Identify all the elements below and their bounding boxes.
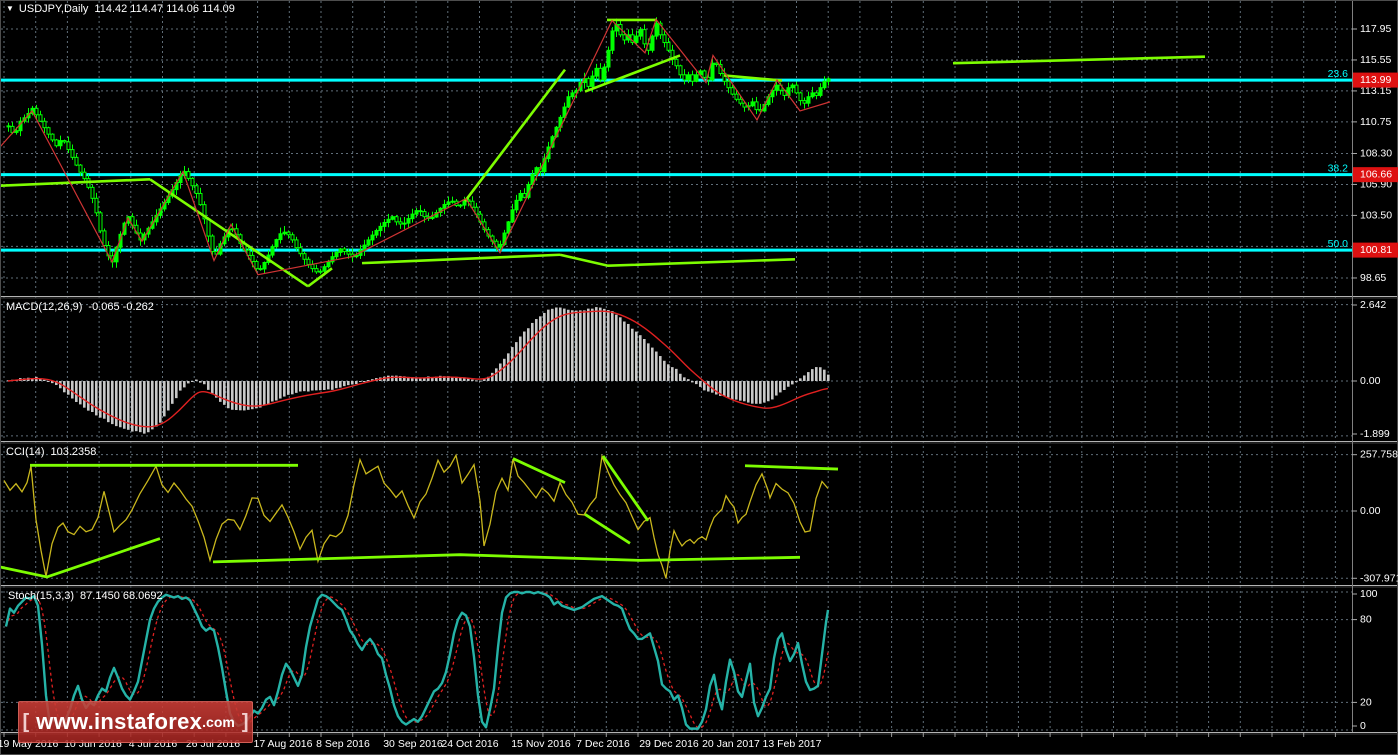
date-label: 8 Sep 2016 [316, 738, 370, 750]
fibo-label: 38.2 [1328, 163, 1349, 175]
zigzag-line [1, 18, 831, 276]
svg-text:117.95: 117.95 [1360, 23, 1391, 35]
cci-trendline [584, 513, 631, 545]
trendline [361, 253, 561, 265]
svg-text:100: 100 [1360, 588, 1378, 600]
chart-canvas[interactable]: 117.95115.55113.15110.75108.30105.90103.… [0, 0, 1398, 755]
svg-text:0.00: 0.00 [1360, 375, 1381, 387]
svg-text:257.7588: 257.7588 [1360, 449, 1398, 461]
stoch-name: Stoch(15,3,3) [8, 590, 75, 602]
date-label: 24 Oct 2016 [441, 738, 498, 750]
date-label: 29 Dec 2016 [639, 738, 699, 750]
date-label: 20 Jan 2017 [702, 738, 760, 750]
watermark-text: www.instaforex [36, 709, 203, 734]
chart-title: ▼ USDJPY,Daily 114.42 114.47 114.06 114.09 [6, 3, 235, 15]
stoch-values: 87.1450 68.0692 [80, 590, 163, 602]
cci-trendline [212, 553, 801, 564]
date-label: 30 Sep 2016 [383, 738, 443, 750]
svg-text:100.81: 100.81 [1360, 244, 1392, 256]
cci-trendline [601, 455, 650, 522]
price-axis: 117.95115.55113.15110.75108.30105.90103.… [1328, 23, 1398, 732]
svg-text:2.642: 2.642 [1360, 299, 1386, 311]
date-label: 7 Dec 2016 [576, 738, 630, 750]
ohlc-values: 114.42 114.47 114.06 114.09 [94, 3, 235, 15]
svg-text:115.55: 115.55 [1360, 54, 1391, 66]
trendline [463, 68, 567, 203]
svg-text:0.00: 0.00 [1360, 505, 1381, 517]
watermark-bracket-left: [ [22, 710, 30, 733]
watermark-tld: .com [202, 714, 235, 730]
macd-indicator-label: MACD(12,26,9) -0.065 -0.262 [6, 301, 154, 313]
date-label: 15 Nov 2016 [511, 738, 571, 750]
svg-text:20: 20 [1360, 696, 1372, 708]
symbol-label: USDJPY,Daily [18, 3, 89, 15]
svg-text:0: 0 [1360, 720, 1366, 732]
instaforex-watermark: [ www.instaforex .com] [18, 701, 253, 743]
svg-text:106.66: 106.66 [1360, 169, 1392, 181]
svg-text:80: 80 [1360, 614, 1372, 626]
fibo-label: 23.6 [1328, 68, 1349, 80]
cci-indicator-label: CCI(14) 103.2358 [6, 446, 96, 458]
cci-trendline [1, 537, 161, 579]
cci-values: 103.2358 [50, 446, 97, 458]
macd-values: -0.065 -0.262 [88, 301, 154, 313]
trading-chart-window: 117.95 115.55 113.15 110.75 108.30 105.90 103.… [0, 0, 1398, 755]
watermark-bracket-right: ] [241, 710, 249, 733]
symbol-dropdown-icon[interactable]: ▼ [6, 4, 14, 13]
svg-text:98.65: 98.65 [1360, 272, 1386, 284]
svg-text:108.30: 108.30 [1360, 147, 1392, 159]
svg-text:103.50: 103.50 [1360, 209, 1392, 221]
stoch-indicator-label: Stoch(15,3,3) 87.1450 68.0692 [8, 590, 163, 602]
svg-text:113.99: 113.99 [1360, 74, 1391, 86]
svg-text:-307.971: -307.971 [1360, 572, 1398, 584]
cci-trendline [744, 464, 839, 471]
svg-text:110.75: 110.75 [1360, 116, 1391, 128]
cci-name: CCI(14) [6, 446, 45, 458]
svg-text:-1.899: -1.899 [1360, 428, 1390, 440]
date-label: 17 Aug 2016 [254, 738, 313, 750]
macd-name: MACD(12,26,9) [6, 301, 83, 313]
cci-panel [1, 453, 839, 579]
fibo-label: 50.0 [1328, 238, 1349, 250]
trendline [559, 253, 796, 268]
date-label: 13 Feb 2017 [763, 738, 822, 750]
